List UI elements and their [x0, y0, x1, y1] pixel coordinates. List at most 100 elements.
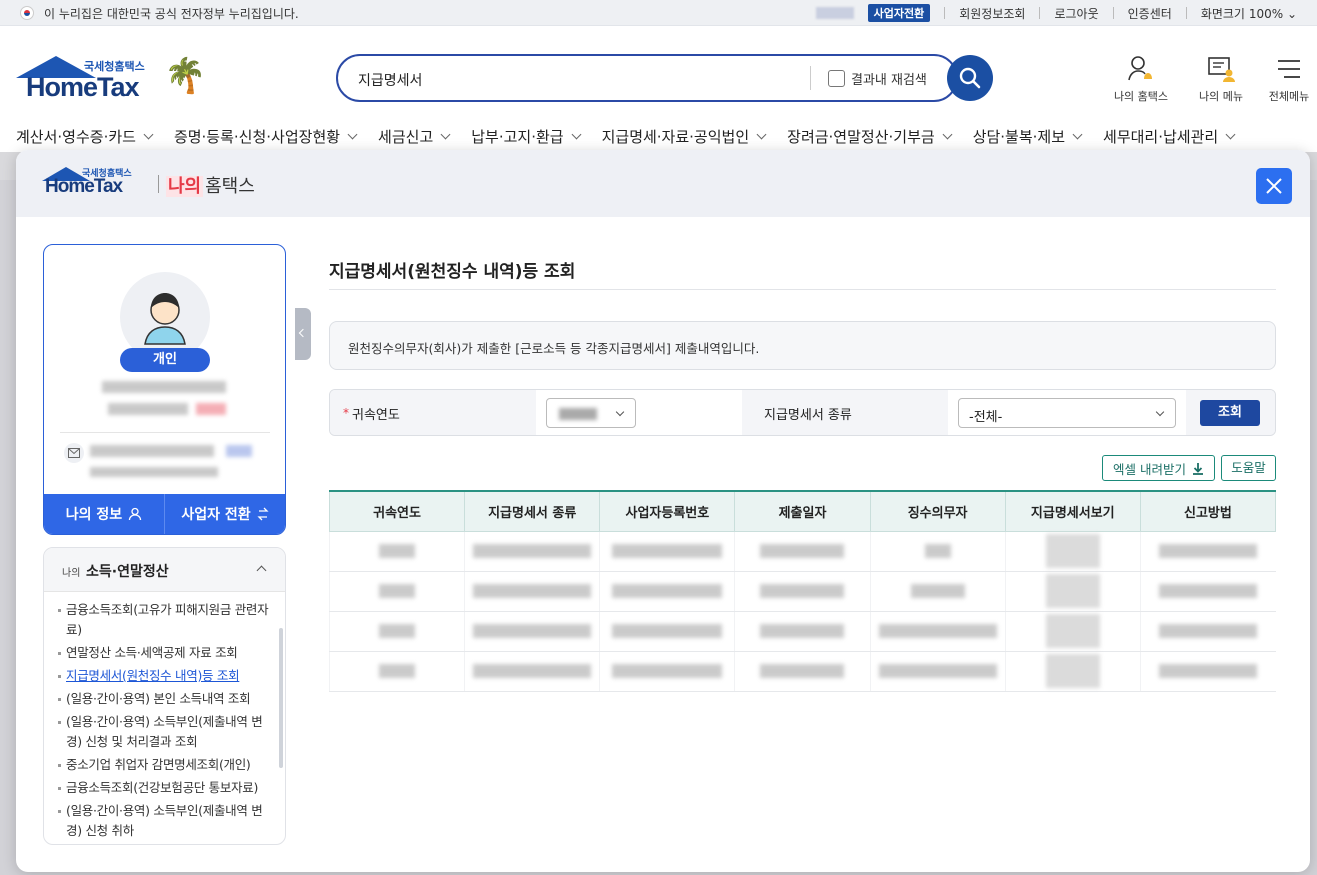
my-menu-link[interactable]: 나의 메뉴 — [1181, 52, 1261, 104]
table-row — [328, 571, 1276, 612]
mail-icon — [64, 443, 84, 463]
side-menu-item[interactable]: (일용·간이·용역) 본인 소득내역 조회 — [58, 689, 273, 709]
biz-switch-button[interactable]: 사업자 전환 — [164, 494, 285, 534]
chevron-down-icon — [347, 129, 358, 140]
col-withholder: 징수의무자 — [869, 490, 1006, 532]
search-box[interactable]: 지급명세서 결과내 재검색 — [336, 54, 958, 102]
all-menu-link[interactable]: 전체메뉴 — [1261, 52, 1317, 104]
side-menu: 나의 소득·연말정산 금융소득조회(고유가 피해지원금 관련자료) 연말정산 소… — [43, 547, 286, 845]
my-hometax-link[interactable]: 나의 홈택스 — [1101, 52, 1181, 104]
chevron-down-icon — [942, 129, 953, 140]
help-button[interactable]: 도움말 — [1221, 455, 1276, 481]
gnb-payment-statement[interactable]: 지급명세·자료·공익법인 — [586, 126, 772, 152]
logout-link[interactable]: 로그아웃 — [1054, 5, 1098, 22]
side-menu-scrollbar[interactable] — [279, 628, 283, 768]
search-within-results-checkbox[interactable]: 결과내 재검색 — [828, 69, 927, 88]
person-icon — [129, 507, 142, 521]
palm-tree-icon: 🌴 — [164, 56, 207, 96]
korea-flag-icon — [20, 6, 34, 20]
chevron-down-icon — [1072, 129, 1083, 140]
side-menu-item[interactable]: 연말정산 소득·세액공제 자료 조회 — [58, 643, 273, 663]
user-id-redacted — [108, 403, 188, 415]
col-biz-number: 사업자등록번호 — [599, 490, 736, 532]
user-name-redacted — [102, 381, 226, 393]
search-icon — [959, 67, 981, 89]
hamburger-icon — [1278, 60, 1300, 78]
checkbox-icon[interactable] — [828, 70, 845, 87]
search-submit-button[interactable]: 조회 — [1200, 400, 1260, 426]
modal-title: 나의 홈택스 — [166, 176, 255, 197]
col-statement-type: 지급명세서 종류 — [464, 490, 601, 532]
gov-notice-bar: 이 누리집은 대한민국 공식 전자정부 누리집입니다. 사업자전환 회원정보조회… — [0, 0, 1317, 26]
side-menu-item-active[interactable]: 지급명세서(원천징수 내역)등 조회 — [58, 666, 273, 686]
user-email-redacted — [90, 445, 214, 457]
statement-type-select[interactable]: -전체- — [958, 398, 1176, 428]
col-report-method: 신고방법 — [1139, 490, 1277, 532]
menu-person-icon — [1208, 57, 1235, 82]
cert-center-link[interactable]: 인증센터 — [1128, 5, 1172, 22]
info-notice: 원천징수의무자(회사)가 제출한 [근로소득 등 각종지급명세서] 제출내역입니… — [329, 321, 1276, 370]
excel-download-button[interactable]: 엑셀 내려받기 — [1102, 455, 1215, 481]
chevron-down-icon — [1155, 407, 1165, 417]
search-button[interactable] — [947, 55, 993, 101]
side-menu-item[interactable]: (일용·간이·용역) 소득부인(제출내역 변경) 신청 및 처리결과 조회 — [58, 712, 273, 752]
view-statement-cell[interactable] — [1004, 611, 1141, 652]
side-menu-item[interactable]: 중소기업 취업자 감면명세조회(개인) — [58, 755, 273, 775]
col-submit-date: 제출일자 — [734, 490, 871, 532]
gnb-incentive[interactable]: 장려금·연말정산·기부금 — [771, 126, 957, 152]
year-select[interactable] — [546, 398, 636, 428]
my-hometax-modal: 국세청홈택스 HomeTax 나의 홈택스 개인 나의 정보 사업자 전환 나의… — [16, 150, 1310, 872]
search-filter: * 귀속연도 지급명세서 종류 -전체- 조회 — [329, 389, 1276, 436]
my-info-button[interactable]: 나의 정보 — [44, 494, 164, 534]
user-phone-redacted — [90, 467, 218, 477]
year-label: 귀속연도 — [352, 408, 400, 423]
chevron-down-icon — [756, 129, 767, 140]
sidebar-collapse-toggle[interactable] — [295, 308, 311, 360]
view-statement-cell[interactable] — [1004, 531, 1141, 572]
side-menu-item[interactable]: (일용·간이·용역) 소득부인(제출내역 변경) 신청 취하 — [58, 801, 273, 841]
table-row — [328, 611, 1276, 652]
chevron-down-icon — [615, 407, 625, 417]
chevron-up-icon — [256, 565, 267, 576]
switch-arrows-icon — [257, 507, 269, 521]
col-view-statement: 지급명세서보기 — [1004, 490, 1141, 532]
zoom-control[interactable]: 화면크기 100% ⌄ — [1201, 5, 1297, 22]
gnb-payment[interactable]: 납부·고지·환급 — [455, 126, 585, 152]
side-menu-item[interactable]: 금융소득조회(고유가 피해지원금 관련자료) — [58, 600, 273, 640]
table-row — [328, 531, 1276, 572]
col-year: 귀속연도 — [328, 490, 466, 532]
view-statement-cell[interactable] — [1004, 571, 1141, 612]
chevron-left-icon — [298, 328, 308, 338]
person-bell-icon — [1128, 56, 1152, 81]
gnb-tax-agent[interactable]: 세무대리·납세관리 — [1087, 126, 1240, 152]
gov-notice-text: 이 누리집은 대한민국 공식 전자정부 누리집입니다. — [44, 7, 299, 21]
close-icon — [1266, 178, 1282, 194]
gnb-consult[interactable]: 상담·불복·제보 — [957, 126, 1087, 152]
page-title: 지급명세서(원천징수 내역)등 조회 — [329, 262, 576, 282]
table-row — [328, 651, 1276, 692]
global-nav: 계산서·영수증·카드 증명·등록·신청·사업장현황 세금신고 납부·고지·환급 … — [0, 126, 1317, 152]
user-name-redacted — [815, 7, 854, 19]
results-table: 귀속연도 지급명세서 종류 사업자등록번호 제출일자 징수의무자 지급명세서보기… — [328, 490, 1277, 692]
personal-badge: 개인 — [120, 348, 210, 372]
chevron-down-icon — [143, 129, 154, 140]
download-icon — [1192, 462, 1203, 475]
gnb-invoice[interactable]: 계산서·영수증·카드 — [0, 126, 158, 152]
view-statement-cell[interactable] — [1004, 651, 1141, 692]
gnb-tax-filing[interactable]: 세금신고 — [362, 126, 455, 152]
hometax-logo[interactable]: 국세청홈택스 HomeTax 🌴 — [16, 56, 206, 106]
type-label: 지급명세서 종류 — [764, 408, 852, 423]
side-menu-item[interactable]: 금융소득조회(건강보험공단 통보자료) — [58, 778, 273, 798]
chevron-down-icon — [1225, 129, 1236, 140]
hometax-logo: 국세청홈택스 HomeTax — [42, 166, 152, 202]
close-button[interactable] — [1256, 168, 1292, 204]
search-input[interactable]: 지급명세서 — [358, 70, 422, 90]
modal-header: 국세청홈택스 HomeTax 나의 홈택스 — [16, 150, 1310, 217]
chevron-down-icon — [571, 129, 582, 140]
profile-card: 개인 나의 정보 사업자 전환 — [43, 244, 286, 535]
gnb-certificate[interactable]: 증명·등록·신청·사업장현황 — [158, 126, 362, 152]
side-menu-header[interactable]: 나의 소득·연말정산 — [44, 548, 285, 592]
chevron-down-icon — [440, 129, 451, 140]
biz-switch-link[interactable]: 사업자전환 — [867, 4, 931, 22]
member-info-link[interactable]: 회원정보조회 — [959, 5, 1025, 22]
